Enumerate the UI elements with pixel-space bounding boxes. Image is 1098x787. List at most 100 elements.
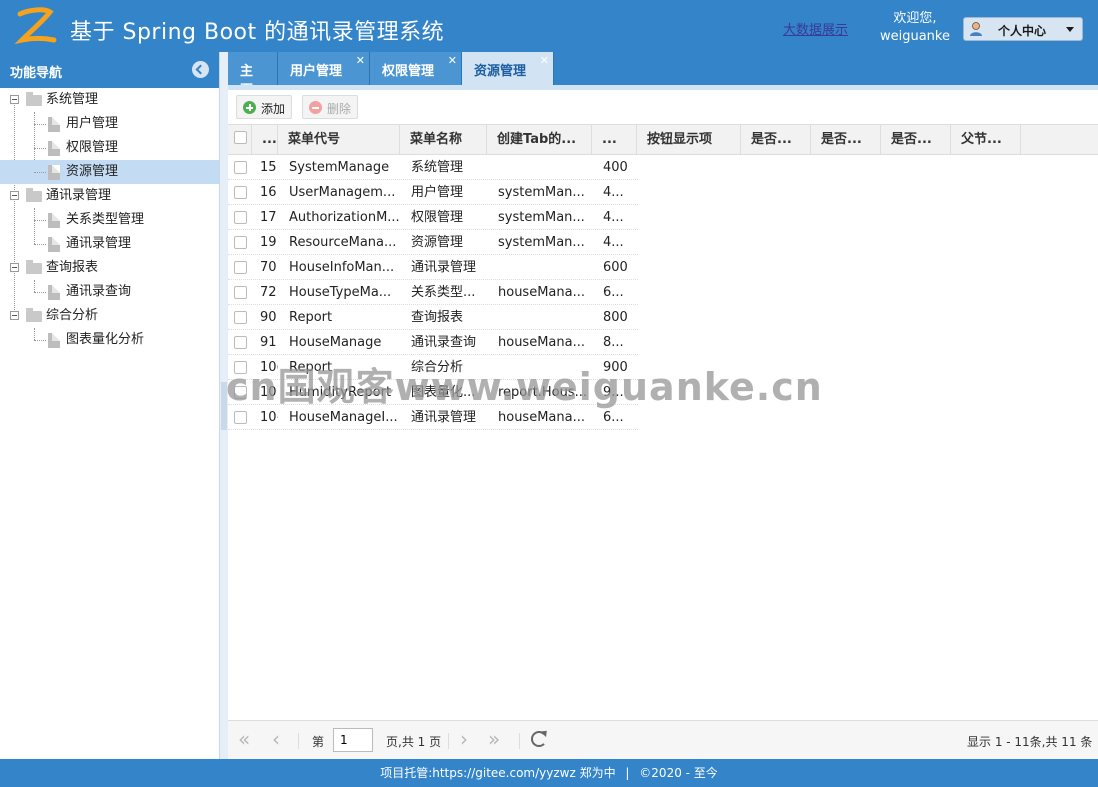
tab-home[interactable]: 主页 [228, 52, 278, 98]
sidebar-item-permissions[interactable]: 权限管理 [0, 136, 219, 160]
chevron-down-icon [1066, 27, 1074, 32]
table-cell: 70 [260, 260, 277, 275]
sidebar-item-contact-query[interactable]: 通讯录查询 [0, 280, 219, 304]
first-page-icon[interactable]: « [238, 729, 250, 749]
column-header[interactable]: 是否... [811, 125, 881, 155]
row-checkbox[interactable] [234, 336, 247, 349]
collapse-left-icon[interactable] [192, 61, 209, 78]
column-header[interactable]: 是否... [741, 125, 811, 155]
table-row[interactable]: 17 AuthorizationM... 权限管理 systemMan... 4... [228, 205, 638, 230]
tab-label: 资源管理 [474, 64, 527, 79]
tree-guide-line [34, 124, 46, 125]
table-row[interactable]: 91 HouseManage 通讯录查询 houseMana... 8... [228, 330, 638, 355]
table-cell [487, 305, 592, 330]
tree-guide-line [34, 292, 46, 293]
page-number-input[interactable] [333, 728, 373, 752]
tree-group-analysis[interactable]: 综合分析 [0, 304, 219, 328]
file-icon [48, 213, 60, 228]
tab-label: 用户管理 [290, 64, 343, 79]
tree-group-contacts[interactable]: 通讯录管理 [0, 184, 219, 208]
row-checkbox[interactable] [234, 286, 247, 299]
sidebar-item-relation-types[interactable]: 关系类型管理 [0, 208, 219, 232]
tab-label: 权限管理 [382, 64, 435, 79]
row-checkbox[interactable] [234, 261, 247, 274]
column-header[interactable]: 是否... [881, 125, 951, 155]
tab-users[interactable]: 用户管理 ✕ [278, 52, 370, 85]
table-cell: 通讯录管理 [411, 260, 477, 275]
column-header[interactable]: 父节... [951, 125, 1021, 155]
sidebar-item-label: 用户管理 [66, 116, 119, 131]
column-header[interactable]: 菜单代号 [278, 125, 400, 155]
select-all-checkbox[interactable] [234, 131, 247, 144]
tree-guide-line [34, 220, 46, 221]
next-page-icon[interactable]: › [460, 729, 468, 749]
close-icon[interactable]: ✕ [540, 54, 549, 67]
file-icon [48, 285, 60, 300]
table-cell: systemMan... [498, 210, 585, 225]
row-checkbox[interactable] [234, 411, 247, 424]
app-header: 基于 Spring Boot 的通讯录管理系统 大数据展示 欢迎您, weigu… [0, 0, 1098, 52]
welcome-line: 欢迎您, [893, 11, 937, 26]
pager-divider [448, 733, 449, 749]
table-row[interactable]: 72 HouseTypeMa... 关系类型... houseMana... 6... [228, 280, 638, 305]
column-header[interactable]: 按钮显示项 [637, 125, 741, 155]
table-cell: 4... [603, 210, 624, 225]
table-row[interactable]: 19 ResourceMana... 资源管理 systemMan... 4... [228, 230, 638, 255]
table-cell: 15 [260, 160, 277, 175]
column-header[interactable]: ... [592, 125, 637, 155]
column-header[interactable]: 创建Tab的... [487, 125, 592, 155]
footer-copyright: ©2020 - 至今 [639, 766, 718, 780]
table-cell: 400 [603, 160, 628, 175]
table-cell: houseMana... [498, 285, 585, 300]
row-checkbox[interactable] [234, 161, 247, 174]
prev-page-icon[interactable]: ‹ [272, 729, 280, 749]
collapse-toggle-icon[interactable] [10, 311, 19, 320]
sidebar: 功能导航 系统管理 用户管理 权限管理 资源管理 通讯录管理 关系类型管理 通讯… [0, 52, 220, 759]
sidebar-item-users[interactable]: 用户管理 [0, 112, 219, 136]
sidebar-item-resources[interactable]: 资源管理 [0, 160, 219, 184]
tree-group-reports[interactable]: 查询报表 [0, 256, 219, 280]
tab-bar: 主页 用户管理 ✕ 权限管理 ✕ 资源管理 ✕ [228, 52, 1098, 98]
collapse-toggle-icon[interactable] [10, 95, 19, 104]
select-all-cell [228, 125, 252, 155]
collapse-toggle-icon[interactable] [10, 263, 19, 272]
watermark: cn国观客www.weiguanke.cn [226, 365, 823, 409]
user-center-menu-button[interactable]: 个人中心 [963, 17, 1083, 41]
bigdata-link[interactable]: 大数据展示 [783, 19, 848, 38]
delete-button[interactable]: 删除 [302, 95, 359, 119]
table-row[interactable]: 70 HouseInfoMan... 通讯录管理 600 [228, 255, 638, 280]
table-cell: 19 [260, 235, 277, 250]
table-cell: 资源管理 [411, 235, 464, 250]
close-icon[interactable]: ✕ [356, 54, 365, 67]
row-checkbox[interactable] [234, 186, 247, 199]
close-icon[interactable]: ✕ [448, 54, 457, 67]
last-page-icon[interactable]: » [488, 729, 500, 749]
tab-permissions[interactable]: 权限管理 ✕ [370, 52, 462, 85]
tab-resources[interactable]: 资源管理 ✕ [462, 52, 554, 85]
sidebar-item-chart-analysis[interactable]: 图表量化分析 [0, 328, 219, 352]
sidebar-item-contacts[interactable]: 通讯录管理 [0, 232, 219, 256]
sidebar-item-label: 图表量化分析 [66, 332, 145, 347]
table-cell: 8... [603, 335, 624, 350]
table-row[interactable]: 16 UserManagem... 用户管理 systemMan... 4... [228, 180, 638, 205]
refresh-icon[interactable] [531, 731, 547, 747]
column-header[interactable]: ... [252, 125, 278, 155]
tree-group-system[interactable]: 系统管理 [0, 88, 219, 112]
collapse-toggle-icon[interactable] [10, 191, 19, 200]
add-button[interactable]: 添加 [236, 95, 293, 119]
row-checkbox[interactable] [234, 211, 247, 224]
table-cell: HouseInfoMan... [289, 260, 395, 275]
table-row[interactable]: 90 Report 查询报表 800 [228, 305, 638, 330]
delete-button-label: 删除 [327, 102, 352, 116]
welcome-text: 欢迎您, weiguanke [879, 10, 951, 46]
row-checkbox[interactable] [234, 311, 247, 324]
table-row[interactable]: 15 SystemManage 系统管理 400 [228, 155, 638, 180]
row-checkbox[interactable] [234, 236, 247, 249]
table-cell: 系统管理 [411, 160, 464, 175]
column-header[interactable]: 菜单名称 [400, 125, 487, 155]
pager-summary: 显示 1 - 11条,共 11 条 [967, 735, 1093, 749]
sidebar-item-label: 通讯录查询 [66, 284, 132, 299]
table-cell: 关系类型... [411, 285, 476, 300]
table-cell: systemMan... [498, 185, 585, 200]
tree-group-label: 查询报表 [46, 260, 99, 275]
